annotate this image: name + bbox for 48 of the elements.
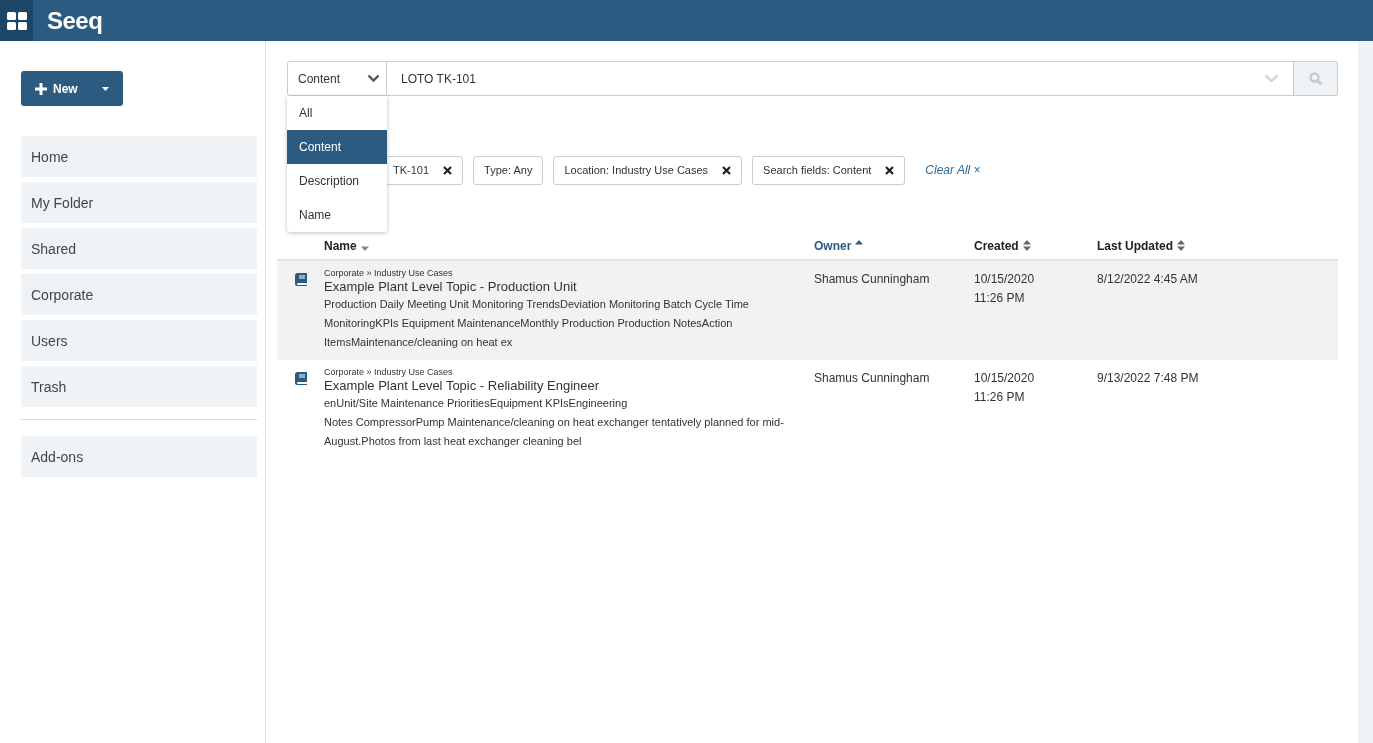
sidebar-item[interactable]: Trash [21,366,257,407]
clear-all-link[interactable]: Clear All × [925,163,981,177]
table-cell-text: Shamus Cunningham [814,271,931,288]
close-icon[interactable] [885,165,895,175]
item-title[interactable]: Example Plant Level Topic - Reliability Engineer [324,378,799,393]
item-path: Corporate » Industry Use Cases [324,268,454,278]
table-cell-text: 8/12/2022 4:45 AM [1097,271,1199,288]
search-field[interactable]: LOTO TK-101 [387,61,1294,96]
plus-icon [35,82,47,95]
item-description: enUnit/Site Maintenance PrioritiesEquipment KPIsEngineering Notes CompressorPump Maintenance/cleaning on heat exchanger tentatively planned for mid-August.Photos from last heat exchanger cleaning bel [324,396,785,449]
scope-dropdown[interactable]: Content [287,61,387,96]
menu-item[interactable]: All [287,96,387,130]
column-header[interactable]: Name [324,238,814,253]
item-title[interactable]: Example Plant Level Topic - Production Unit [324,279,799,294]
item-path: Corporate » Industry Use Cases [324,367,454,377]
table-cell-text: 9/13/2022 7:48 PM [1097,370,1200,387]
sidebar-item[interactable]: Add-ons [21,436,257,477]
column-header[interactable]: Last Updated [1097,238,1338,253]
sidebar-item[interactable]: Users [21,320,257,361]
caret-icon [102,86,109,91]
column-header[interactable]: Owner [814,238,974,253]
filter-chip[interactable]: Location: Industry Use Cases [553,155,743,185]
book-icon [294,372,307,385]
menu-item[interactable]: Name [287,198,387,232]
chevron-down-icon [1264,74,1279,83]
apps-button[interactable] [0,0,33,41]
sidebar-item[interactable]: Shared [21,228,257,269]
table-cell-text: 10/15/2020 11:26 PM [974,271,1036,307]
item-description: Production Daily Meeting Unit Monitoring TrendsDeviation Monitoring Batch Cycle Time MonitoringKPIs Equipment MaintenanceMonthly Production Production NotesAction ItemsMaintenance/cleaning on heat ex [324,297,750,350]
sidebar-item[interactable]: Corporate [21,274,257,315]
table-row[interactable] [277,261,1338,360]
sidebar-item[interactable]: My Folder [21,182,257,223]
grid-icon [6,11,27,30]
menu-item[interactable]: Content [287,130,387,164]
new-button[interactable]: New [21,71,123,106]
chevron-down-icon [367,74,380,83]
logo[interactable]: Seeq [47,6,103,35]
sidebar-item[interactable]: Home [21,136,257,177]
close-icon[interactable] [722,165,732,175]
table-cell-text: 10/15/2020 11:26 PM [974,370,1036,406]
search-icon [1308,71,1323,86]
filter-chip[interactable]: Type: Any [473,155,544,185]
filter-chip[interactable]: Search fields: Content [752,155,906,185]
column-header[interactable]: Created [974,238,1097,253]
book-icon [294,273,307,286]
table-cell-text: Shamus Cunningham [814,370,931,387]
close-icon[interactable] [443,165,453,175]
scrollbar-track[interactable] [1358,41,1373,743]
